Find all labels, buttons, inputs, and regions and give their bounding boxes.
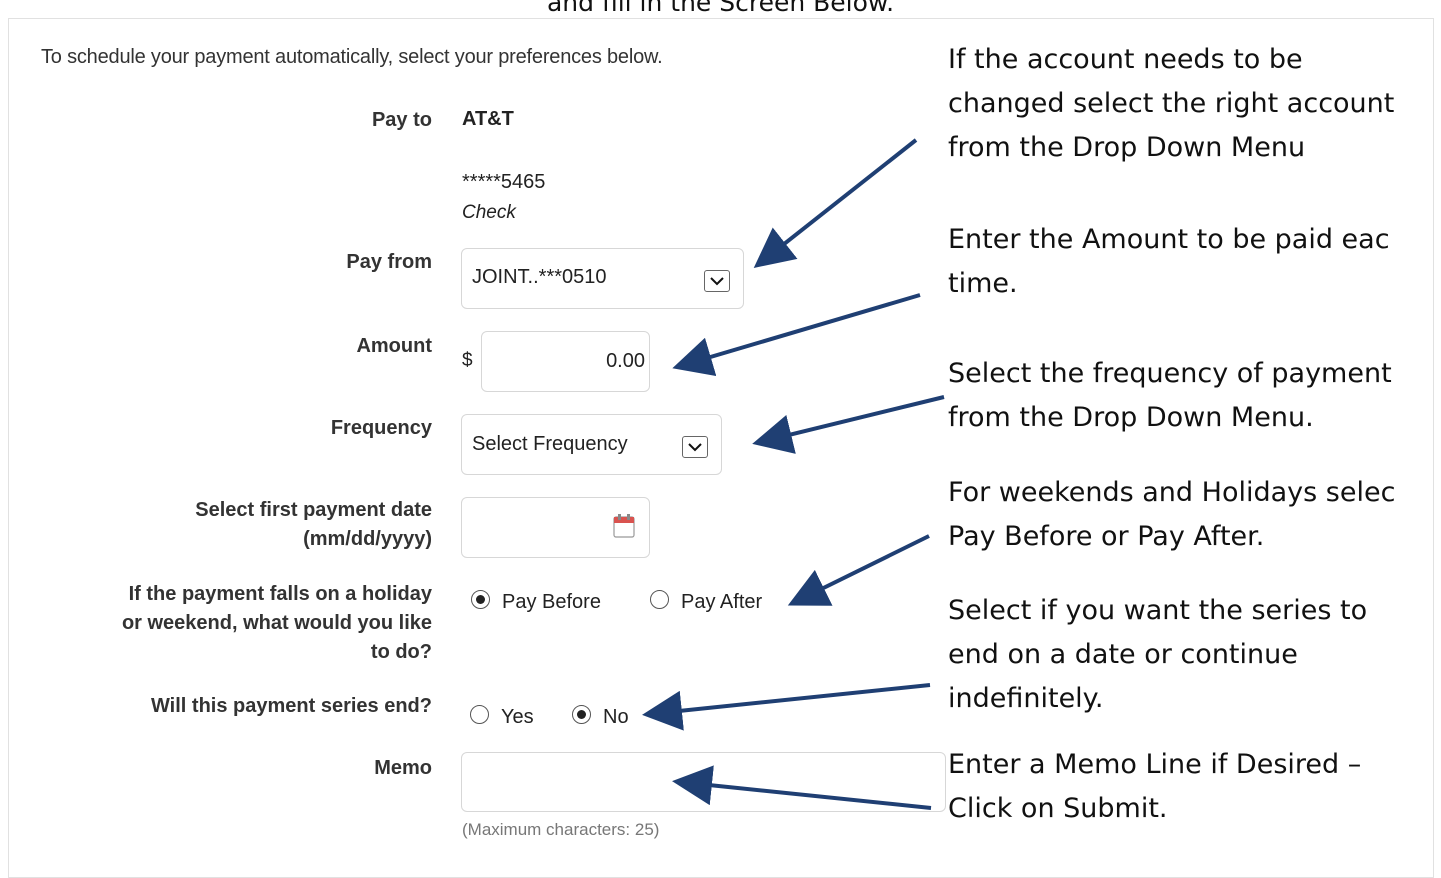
annotation-arrows <box>642 138 945 810</box>
arrow-memo <box>672 765 932 810</box>
arrow-frequency <box>752 395 945 454</box>
arrow-weekend <box>787 534 930 606</box>
arrow-amount <box>672 293 921 377</box>
arrow-account <box>753 138 918 268</box>
arrow-series <box>642 683 931 731</box>
